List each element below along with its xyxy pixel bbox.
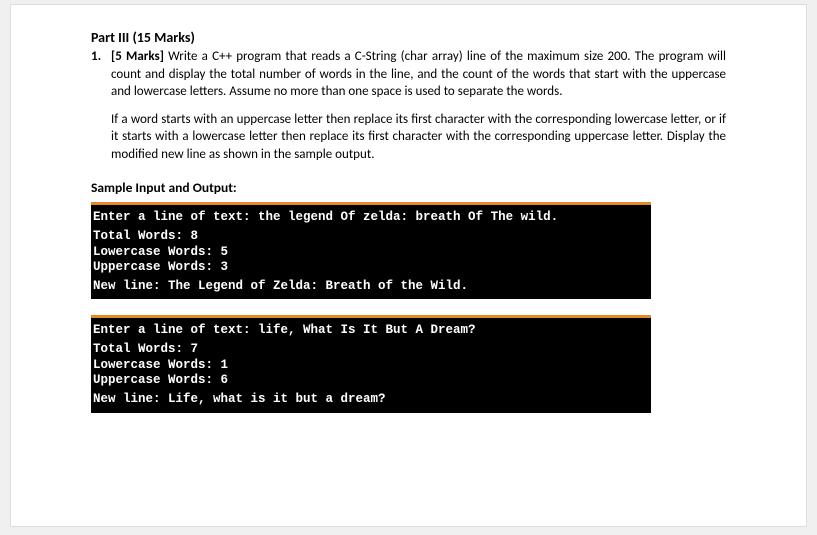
question-number: 1. [91,48,111,173]
part-heading: Part III (15 Marks) [91,29,726,46]
document-page: Part III (15 Marks) 1. [5 Marks] Write a… [10,4,807,527]
t1-line5: New line: The Legend of Zelda: Breath of… [93,279,468,293]
question-paragraph-2: If a word starts with an uppercase lette… [111,111,726,164]
marks-label: [5 Marks] [111,49,164,64]
para1-text: Write a C++ program that reads a C-Strin… [111,49,726,99]
terminal-output-2: Enter a line of text: life, What Is It B… [91,315,651,412]
question-paragraph-1: [5 Marks] Write a C++ program that reads… [111,48,726,101]
t1-line2: Total Words: 8 [93,229,198,243]
question-body: [5 Marks] Write a C++ program that reads… [111,48,726,173]
t2-line5: New line: Life, what is it but a dream? [93,392,386,406]
question-row: 1. [5 Marks] Write a C++ program that re… [91,48,726,173]
t2-line1: Enter a line of text: life, What Is It B… [93,323,476,337]
terminal-output-1: Enter a line of text: the legend Of zeld… [91,202,651,299]
t2-line3: Lowercase Words: 1 [93,358,228,372]
t1-line1: Enter a line of text: the legend Of zeld… [93,210,558,224]
sample-heading: Sample Input and Output: [91,179,726,196]
t2-line4: Uppercase Words: 6 [93,373,228,387]
t1-line4: Uppercase Words: 3 [93,260,228,274]
t1-line3: Lowercase Words: 5 [93,245,228,259]
t2-line2: Total Words: 7 [93,342,198,356]
